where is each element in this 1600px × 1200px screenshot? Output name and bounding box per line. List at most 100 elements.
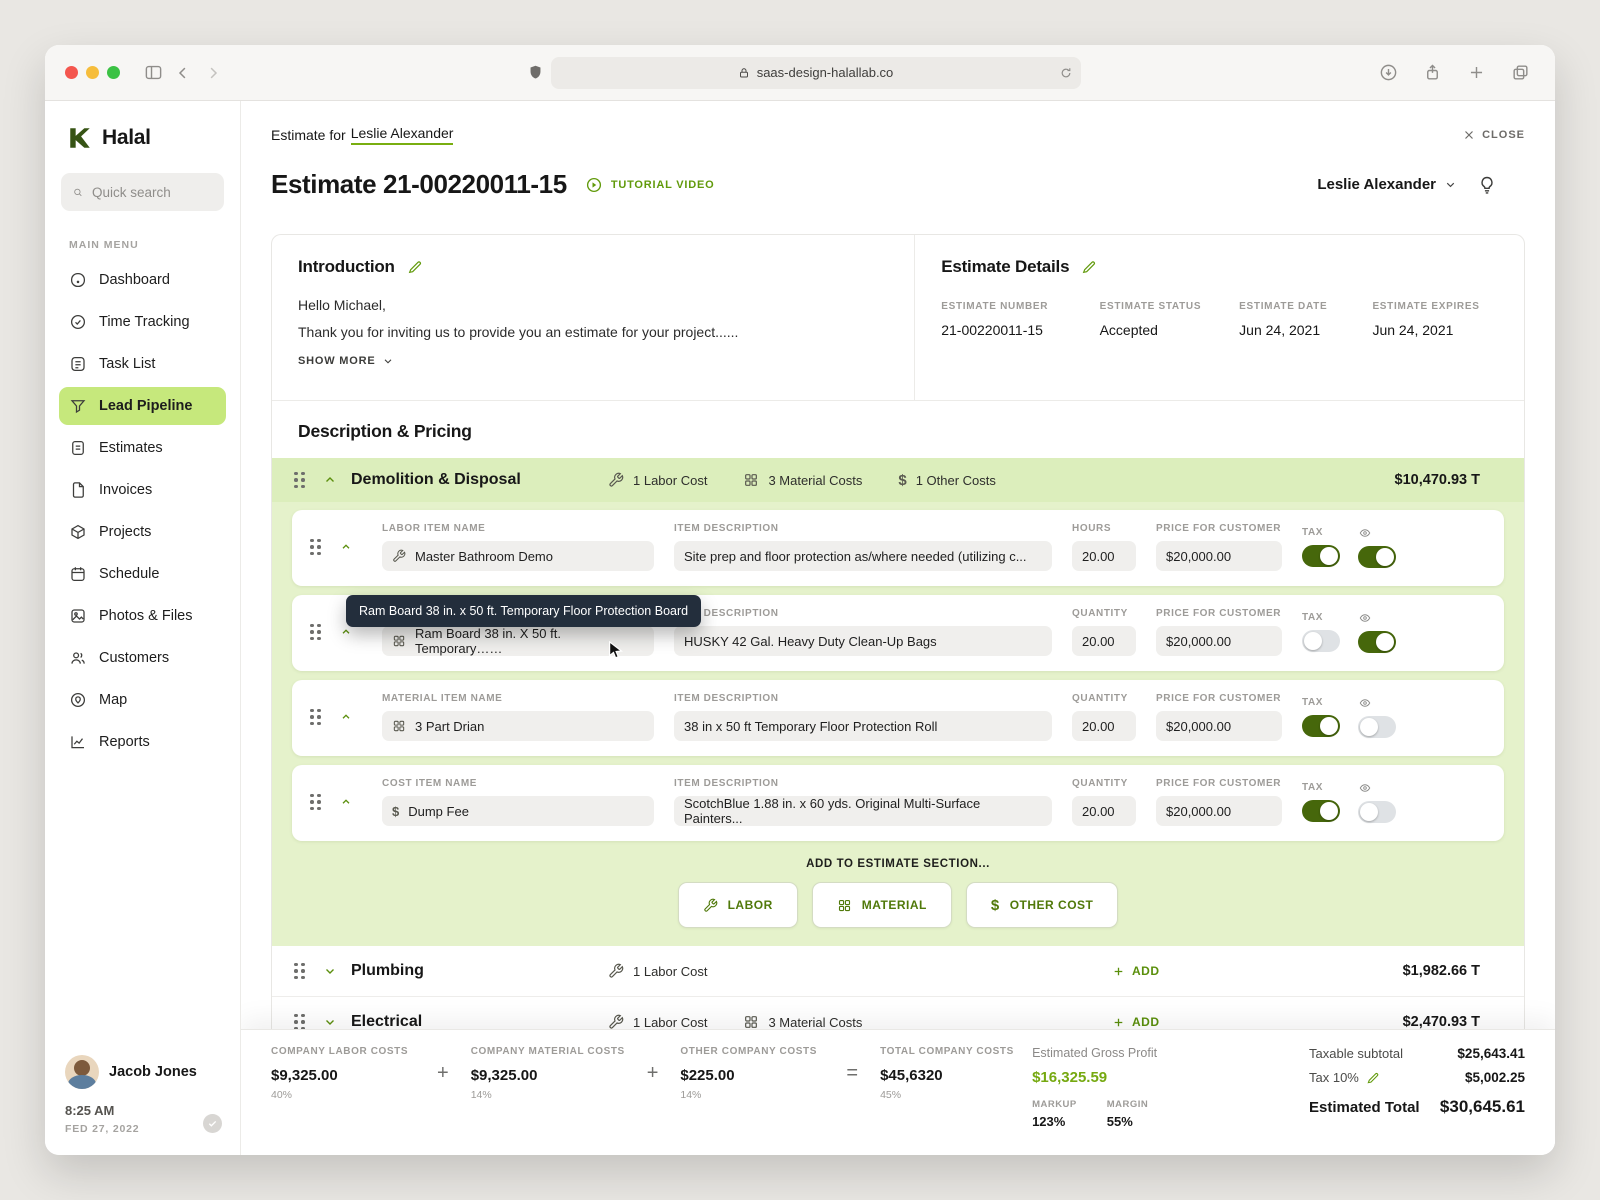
price-input[interactable]: $20,000.00 bbox=[1156, 711, 1282, 741]
clock-icon bbox=[69, 313, 87, 331]
row-kebab-menu-icon[interactable] bbox=[1480, 538, 1488, 556]
quick-search[interactable] bbox=[61, 173, 224, 211]
drag-handle-icon[interactable] bbox=[294, 963, 309, 980]
item-name-input[interactable]: 3 Part Drian bbox=[382, 711, 654, 741]
add-material-button[interactable]: MATERIAL bbox=[812, 882, 952, 928]
visibility-toggle[interactable] bbox=[1358, 716, 1396, 738]
visibility-toggle[interactable] bbox=[1358, 546, 1396, 568]
drag-handle-icon[interactable] bbox=[294, 472, 309, 489]
quantity-input[interactable]: 20.00 bbox=[1072, 626, 1136, 656]
chevron-up-icon[interactable] bbox=[340, 711, 352, 723]
visibility-toggle[interactable] bbox=[1358, 631, 1396, 653]
sidebar-item-task-list[interactable]: Task List bbox=[59, 345, 226, 383]
back-icon[interactable] bbox=[168, 59, 198, 87]
company-labor-costs: COMPANY LABOR COSTS $9,325.00 40% bbox=[271, 1046, 429, 1155]
item-description-input[interactable]: ScotchBlue 1.88 in. x 60 yds. Original M… bbox=[674, 796, 1052, 826]
forward-icon[interactable] bbox=[198, 59, 228, 87]
sidebar-item-dashboard[interactable]: Dashboard bbox=[59, 261, 226, 299]
row-kebab-menu-icon[interactable] bbox=[1480, 708, 1488, 726]
show-more-button[interactable]: SHOW MORE bbox=[298, 355, 888, 367]
edit-pencil-icon[interactable] bbox=[407, 259, 423, 275]
add-labor-button[interactable]: LABOR bbox=[678, 882, 798, 928]
sidebar-item-time-tracking[interactable]: Time Tracking bbox=[59, 303, 226, 341]
item-description-input[interactable]: HUSKY 42 Gal. Heavy Duty Clean-Up Bags bbox=[674, 626, 1052, 656]
chevron-up-icon[interactable] bbox=[340, 796, 352, 808]
section-header[interactable]: Demolition & Disposal 1 Labor Cost 3 Mat… bbox=[272, 458, 1524, 502]
quantity-input[interactable]: 20.00 bbox=[1072, 796, 1136, 826]
add-item-button[interactable]: ADD bbox=[1112, 964, 1160, 978]
section-plumbing[interactable]: Plumbing 1 Labor Cost ADD $1,982.66 T bbox=[272, 946, 1524, 997]
drag-handle-icon[interactable] bbox=[310, 794, 325, 811]
calendar-icon bbox=[69, 565, 87, 583]
material-grid-icon bbox=[392, 719, 406, 733]
estimate-item-row: MATERIAL ITEM NAME 3 Part Drian ITEM DES… bbox=[292, 680, 1504, 756]
labor-cost-stat: 1 Labor Cost bbox=[608, 1014, 707, 1030]
downloads-icon[interactable] bbox=[1373, 59, 1403, 87]
window-controls[interactable] bbox=[65, 66, 120, 79]
tax-toggle[interactable] bbox=[1302, 545, 1340, 567]
sidebar-item-map[interactable]: Map bbox=[59, 681, 226, 719]
drag-handle-icon[interactable] bbox=[310, 539, 325, 556]
price-input[interactable]: $20,000.00 bbox=[1156, 626, 1282, 656]
search-input[interactable] bbox=[92, 185, 212, 200]
privacy-shield-icon[interactable] bbox=[521, 59, 551, 87]
chevron-up-icon[interactable] bbox=[323, 473, 337, 487]
add-other-cost-button[interactable]: $ OTHER COST bbox=[966, 882, 1119, 928]
sidebar-item-projects[interactable]: Projects bbox=[59, 513, 226, 551]
add-item-button[interactable]: ADD bbox=[1112, 1015, 1160, 1029]
chevron-up-icon[interactable] bbox=[340, 626, 352, 638]
lightbulb-icon[interactable] bbox=[1477, 175, 1497, 195]
price-input[interactable]: $20,000.00 bbox=[1156, 796, 1282, 826]
item-name-input[interactable]: Master Bathroom Demo bbox=[382, 541, 654, 571]
tab-overview-icon[interactable] bbox=[1505, 59, 1535, 87]
quantity-input[interactable]: 20.00 bbox=[1072, 711, 1136, 741]
add-section-prompt: ADD TO ESTIMATE SECTION... bbox=[272, 850, 1524, 882]
share-icon[interactable] bbox=[1417, 59, 1447, 87]
tax-toggle[interactable] bbox=[1302, 800, 1340, 822]
drag-handle-icon[interactable] bbox=[310, 709, 325, 726]
tax-toggle[interactable] bbox=[1302, 630, 1340, 652]
sidebar-item-label: Dashboard bbox=[99, 272, 170, 288]
edit-pencil-icon[interactable] bbox=[1366, 1071, 1380, 1085]
app-logo[interactable]: Halal bbox=[45, 125, 240, 151]
sidebar-toggle-icon[interactable] bbox=[138, 59, 168, 87]
sidebar-item-invoices[interactable]: Invoices bbox=[59, 471, 226, 509]
chevron-down-icon[interactable] bbox=[323, 1015, 337, 1029]
sidebar-item-reports[interactable]: Reports bbox=[59, 723, 226, 761]
row-kebab-menu-icon[interactable] bbox=[1480, 623, 1488, 641]
tutorial-video-button[interactable]: TUTORIAL VIDEO bbox=[585, 176, 715, 194]
address-bar[interactable]: saas-design-halallab.co bbox=[551, 57, 1081, 89]
close-window-button[interactable] bbox=[65, 66, 78, 79]
sidebar-item-photos-files[interactable]: Photos & Files bbox=[59, 597, 226, 635]
sidebar-item-schedule[interactable]: Schedule bbox=[59, 555, 226, 593]
minimize-window-button[interactable] bbox=[86, 66, 99, 79]
price-input[interactable]: $20,000.00 bbox=[1156, 541, 1282, 571]
section-kebab-menu-icon[interactable] bbox=[1494, 471, 1502, 489]
chevron-down-icon[interactable] bbox=[323, 964, 337, 978]
drag-handle-icon[interactable] bbox=[294, 1014, 309, 1031]
close-estimate-button[interactable]: CLOSE bbox=[1463, 129, 1525, 141]
tax-toggle[interactable] bbox=[1302, 715, 1340, 737]
hours-input[interactable]: 20.00 bbox=[1072, 541, 1136, 571]
item-description-input[interactable]: 38 in x 50 ft Temporary Floor Protection… bbox=[674, 711, 1052, 741]
sidebar-item-label: Customers bbox=[99, 650, 169, 666]
visibility-toggle[interactable] bbox=[1358, 801, 1396, 823]
user-profile[interactable]: Jacob Jones 8:25 AM FED 27, 2022 bbox=[45, 1055, 240, 1135]
sidebar-item-lead-pipeline[interactable]: Lead Pipeline bbox=[59, 387, 226, 425]
new-tab-icon[interactable] bbox=[1461, 59, 1491, 87]
section-kebab-menu-icon[interactable] bbox=[1494, 962, 1502, 980]
dashboard-icon bbox=[69, 271, 87, 289]
edit-pencil-icon[interactable] bbox=[1081, 259, 1097, 275]
item-name-input[interactable]: $ Dump Fee bbox=[382, 796, 654, 826]
sidebar-item-customers[interactable]: Customers bbox=[59, 639, 226, 677]
chevron-up-icon[interactable] bbox=[340, 541, 352, 553]
assignee-dropdown[interactable]: Leslie Alexander bbox=[1317, 176, 1457, 193]
zoom-window-button[interactable] bbox=[107, 66, 120, 79]
breadcrumb-customer-link[interactable]: Leslie Alexander bbox=[351, 125, 454, 145]
refresh-icon[interactable] bbox=[1059, 66, 1073, 80]
header-kebab-menu-icon[interactable] bbox=[1517, 175, 1525, 194]
sidebar-item-estimates[interactable]: Estimates bbox=[59, 429, 226, 467]
item-description-input[interactable]: Site prep and floor protection as/where … bbox=[674, 541, 1052, 571]
drag-handle-icon[interactable] bbox=[310, 624, 325, 641]
row-kebab-menu-icon[interactable] bbox=[1480, 793, 1488, 811]
